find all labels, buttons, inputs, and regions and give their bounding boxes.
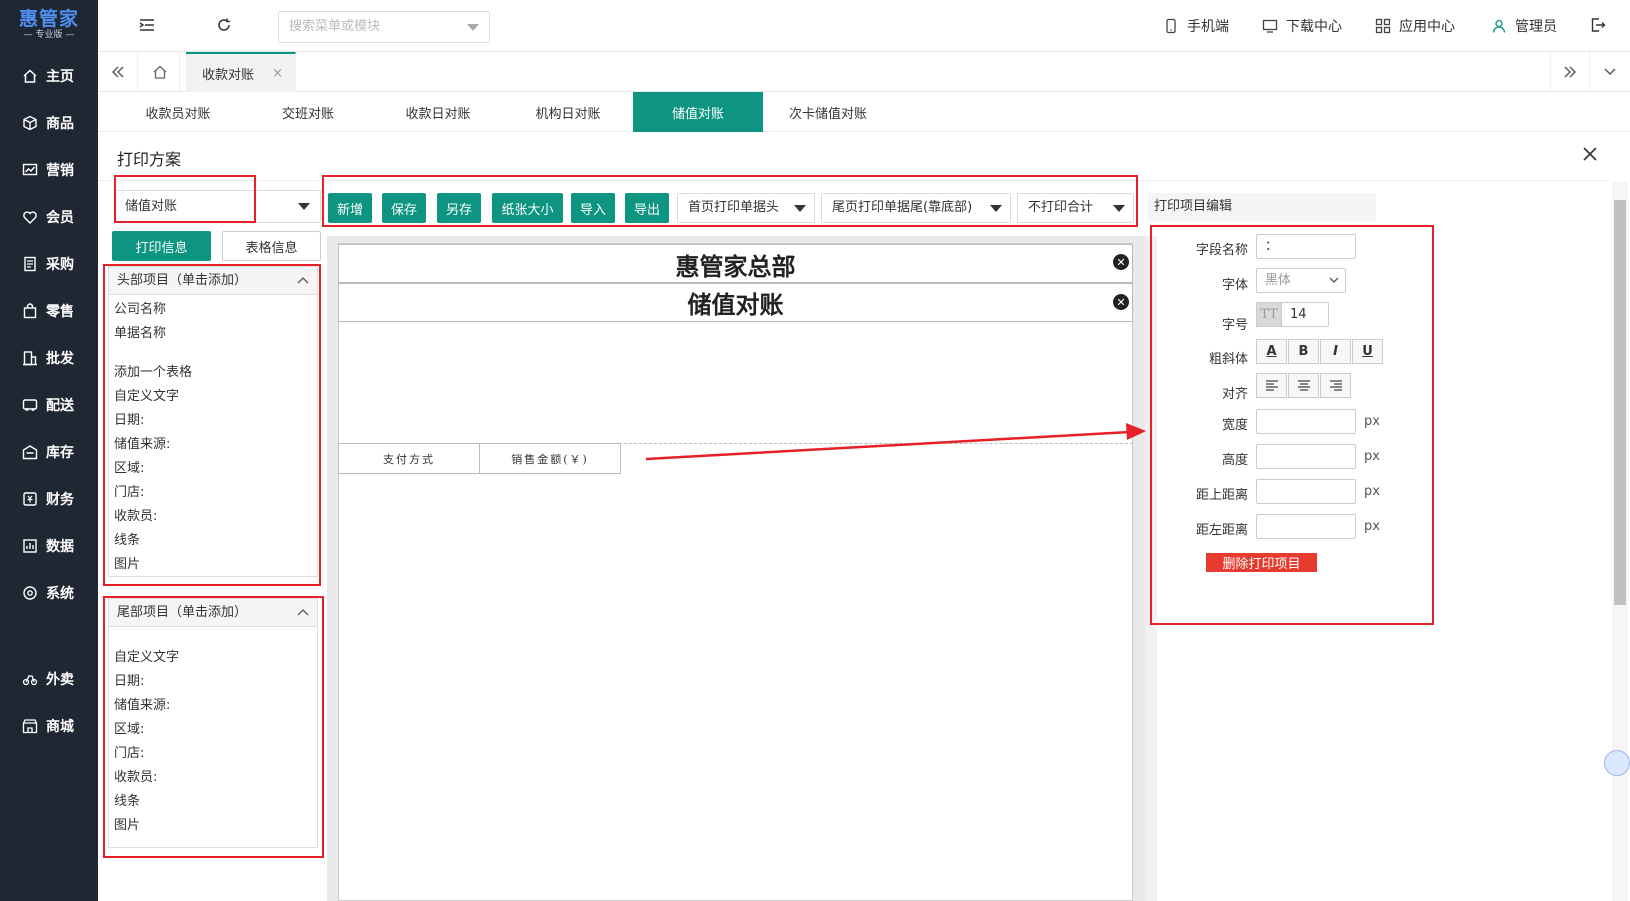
annotation-arrow [645,423,1146,461]
app-root: 惠管家 — 专业版 — 主页 商品 营销 会员 采购 零售 批发 配送 库存 财… [0,0,1630,901]
